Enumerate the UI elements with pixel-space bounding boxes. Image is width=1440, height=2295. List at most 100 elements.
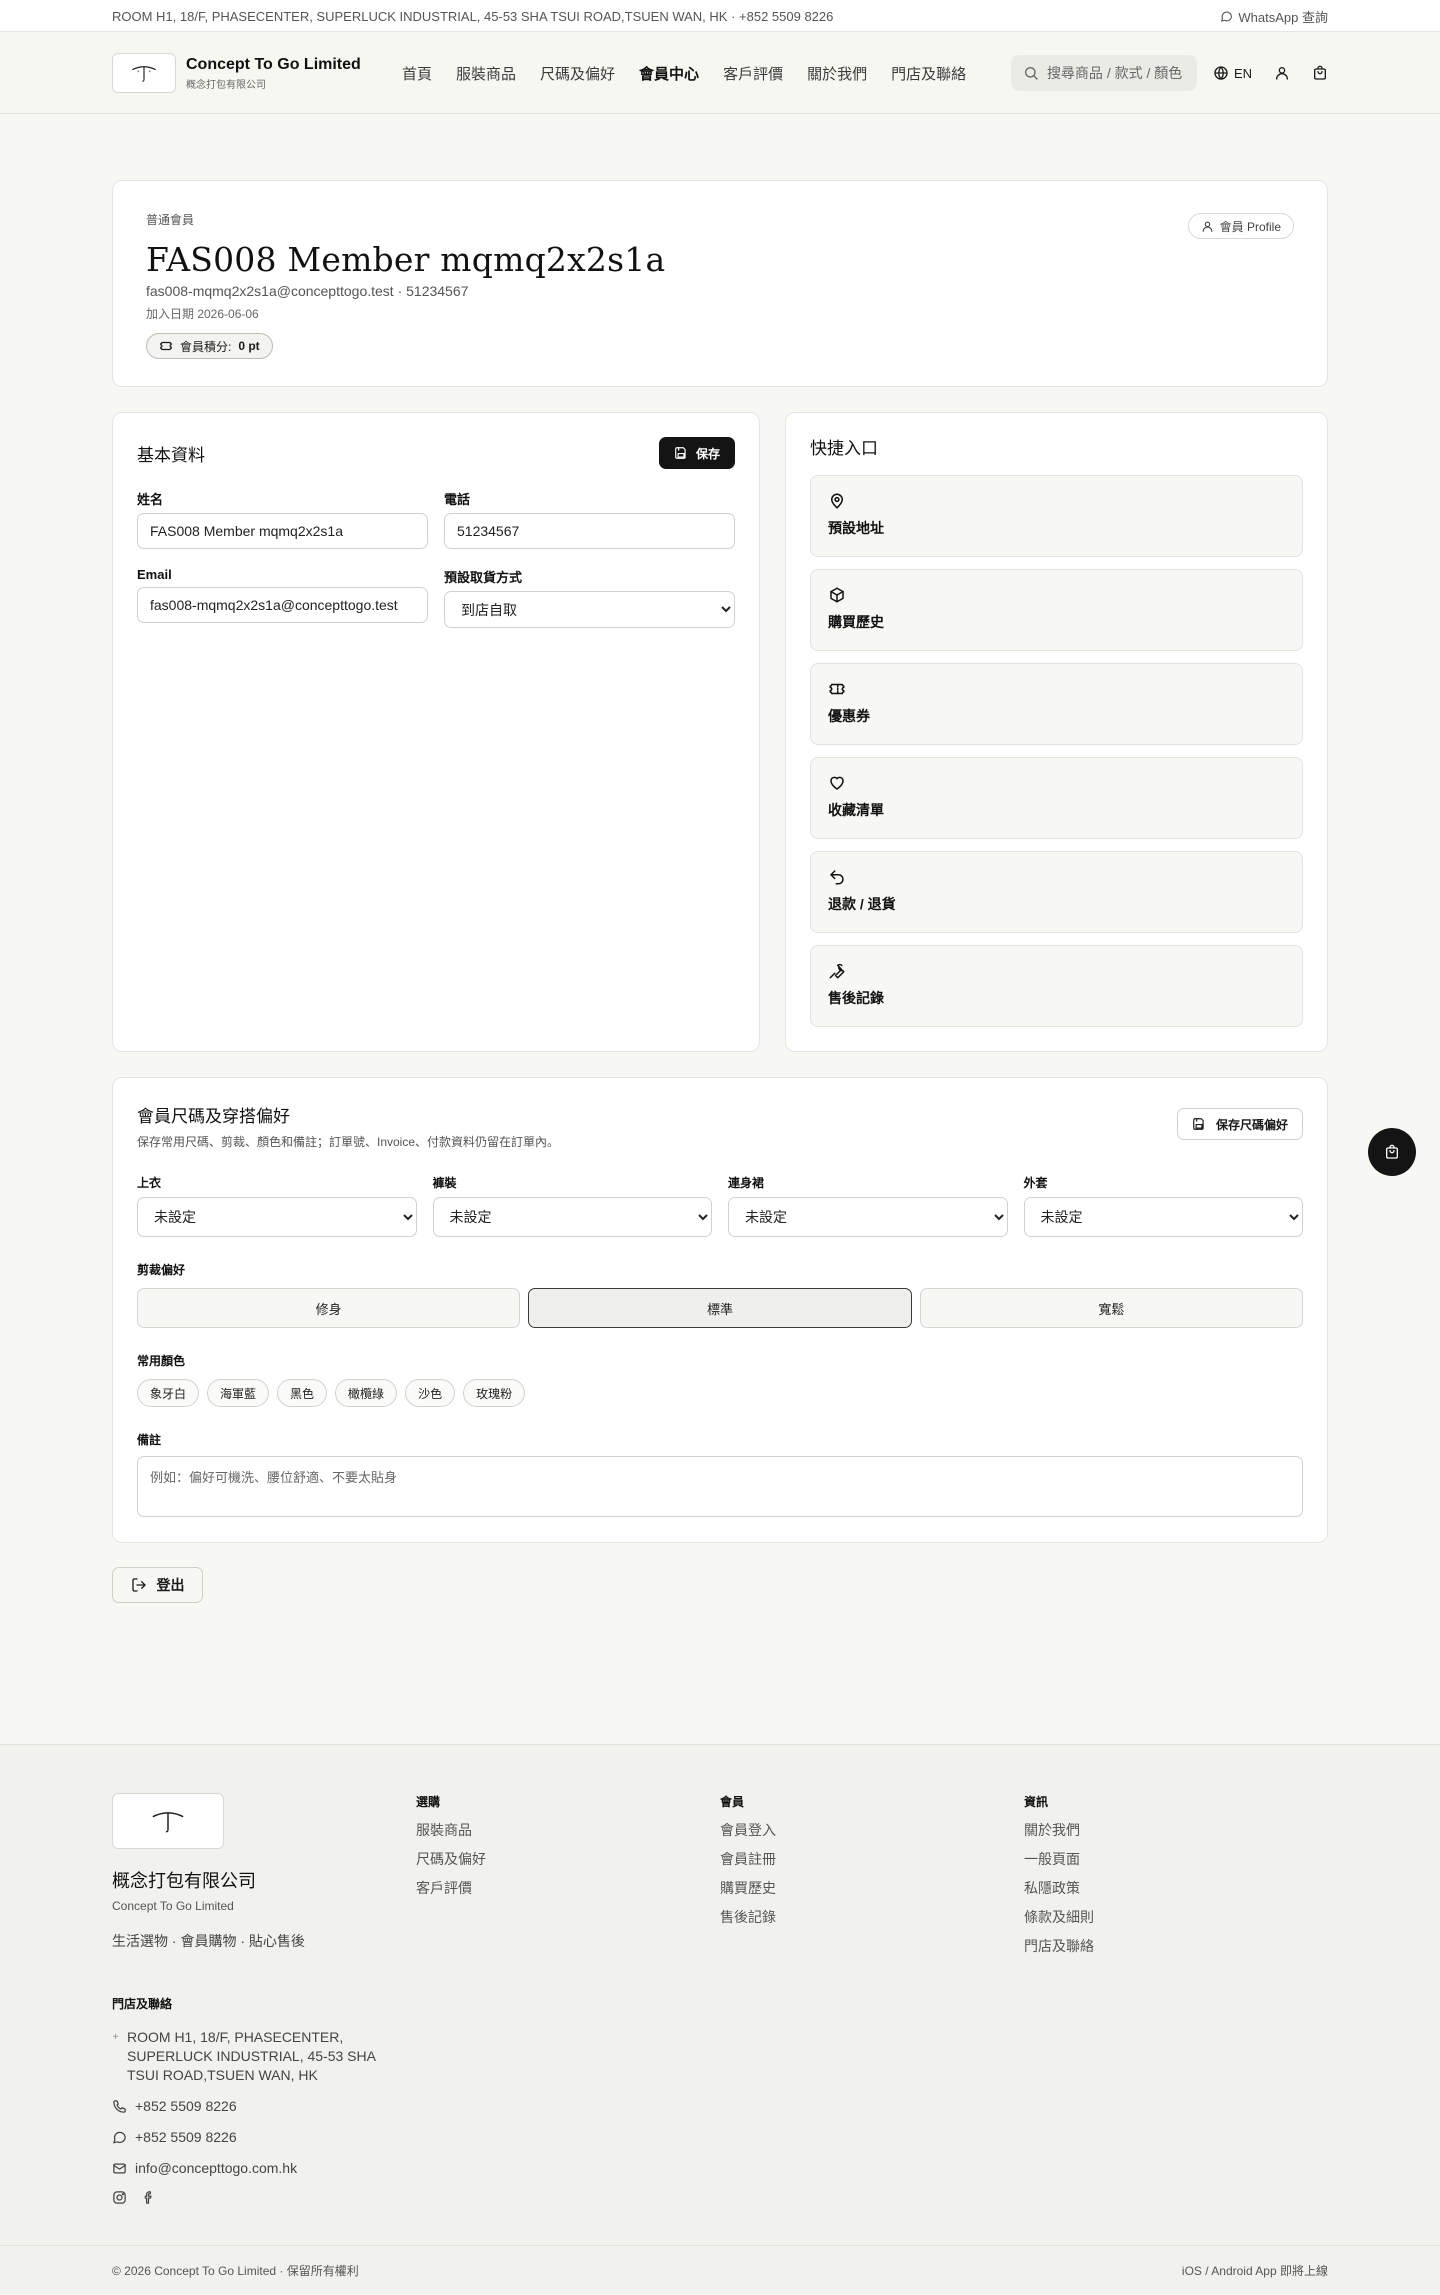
footer-email[interactable]: info@concepttogo.com.hk — [112, 2159, 412, 2178]
footer-col-title: 會員 — [720, 1795, 745, 1809]
phone-icon — [113, 2100, 126, 2113]
dress-size-select[interactable]: 未設定 — [728, 1197, 1008, 1237]
quick-link-refunds[interactable]: 退款 / 退貨 — [810, 851, 1303, 933]
search-placeholder: 搜尋商品 / 款式 / 顏色 — [1046, 65, 1183, 81]
chat-icon — [113, 2131, 126, 2144]
footer-logo — [112, 1793, 224, 1849]
footer-phone[interactable]: +852 5509 8226 — [112, 2097, 412, 2116]
quick-link-wishlist[interactable]: 收藏清單 — [810, 757, 1303, 839]
nav-sizes[interactable]: 尺碼及偏好 — [540, 63, 615, 84]
fit-preference-label: 剪裁偏好 — [137, 1263, 186, 1277]
footer-link[interactable]: 售後記錄 — [720, 1907, 1024, 1927]
footer-link[interactable]: 購買歷史 — [720, 1878, 1024, 1898]
brand-name: Concept To Go Limited — [186, 55, 361, 73]
footer-link[interactable]: 門店及聯絡 — [1024, 1936, 1328, 1956]
nav-reviews[interactable]: 客戶評價 — [723, 63, 783, 84]
top-size-select[interactable]: 未設定 — [137, 1197, 417, 1237]
undo-icon — [830, 870, 844, 885]
points-label: 會員積分: — [180, 339, 232, 354]
quick-links-card: 快捷入口 預設地址 購買歷史 優惠券 收藏清單 退款 / 退貨 售後記錄 — [785, 412, 1328, 1052]
points-value: 0 pt — [238, 339, 260, 353]
color-chip-navy[interactable]: 海軍藍 — [207, 1379, 270, 1407]
save-size-label: 保存尺碼偏好 — [1215, 1117, 1288, 1132]
shopping-bag-icon[interactable] — [1312, 65, 1328, 81]
footer-link[interactable]: 私隱政策 — [1024, 1878, 1328, 1898]
wrench-icon — [829, 963, 845, 979]
facebook-icon[interactable] — [141, 2190, 156, 2205]
save-size-preferences-button[interactable]: 保存尺碼偏好 — [1176, 1108, 1303, 1140]
logout-icon — [131, 1578, 146, 1592]
member-profile-pill: 會員 Profile — [1187, 213, 1294, 239]
quick-link-label: 收藏清單 — [828, 802, 884, 818]
app-note: iOS / Android App 即將上線 — [1181, 2263, 1328, 2278]
fit-loose-button[interactable]: 寬鬆 — [919, 1288, 1303, 1328]
logout-label: 登出 — [156, 1577, 185, 1593]
nav-home[interactable]: 首頁 — [402, 63, 432, 84]
quick-link-after-sales[interactable]: 售後記錄 — [810, 945, 1303, 1027]
footer-link[interactable]: 關於我們 — [1024, 1820, 1328, 1840]
phone-field[interactable] — [444, 513, 735, 549]
name-label: 姓名 — [137, 492, 164, 507]
quick-link-purchase-history[interactable]: 購買歷史 — [810, 569, 1303, 651]
pants-size-select[interactable]: 未設定 — [432, 1197, 712, 1237]
instagram-icon[interactable] — [112, 2190, 127, 2205]
site-header: Concept To Go Limited 概念打包有限公司 首頁 服裝商品 尺… — [0, 32, 1440, 114]
color-chip-rose[interactable]: 玫瑰粉 — [463, 1379, 526, 1407]
pickup-method-select[interactable]: 到店自取 — [444, 591, 735, 628]
footer-link[interactable]: 會員註冊 — [720, 1849, 1024, 1869]
search-icon — [1024, 67, 1038, 80]
brand-home-link[interactable]: Concept To Go Limited 概念打包有限公司 — [112, 53, 402, 93]
color-chip-sand[interactable]: 沙色 — [405, 1379, 456, 1407]
notes-textarea[interactable] — [137, 1456, 1303, 1517]
pants-size-label: 褲裝 — [432, 1176, 457, 1190]
notes-label: 備註 — [137, 1433, 162, 1447]
footer-col-title: 資訊 — [1024, 1795, 1049, 1809]
footer-address: + ROOM H1, 18/F, PHASECENTER, SUPERLUCK … — [112, 2028, 412, 2085]
nav-products[interactable]: 服裝商品 — [456, 63, 516, 84]
main-nav: 首頁 服裝商品 尺碼及偏好 會員中心 客戶評價 關於我們 門店及聯絡 — [402, 63, 1011, 84]
quick-link-label: 優惠券 — [828, 708, 870, 724]
quick-link-default-address[interactable]: 預設地址 — [810, 475, 1303, 557]
footer-link[interactable]: 客戶評價 — [416, 1878, 720, 1898]
save-button[interactable]: 保存 — [658, 437, 735, 469]
fit-slim-button[interactable]: 修身 — [137, 1288, 521, 1328]
footer-link[interactable]: 會員登入 — [720, 1820, 1024, 1840]
whatsapp-text: +852 5509 8226 — [135, 2129, 237, 2145]
footer-company-sub: Concept To Go Limited — [112, 1899, 234, 1913]
fit-regular-button[interactable]: 標準 — [528, 1288, 912, 1328]
top-size-label: 上衣 — [137, 1176, 162, 1190]
color-chip-ivory[interactable]: 象牙白 — [137, 1379, 200, 1407]
floating-cart-button[interactable] — [1368, 1128, 1416, 1176]
ticket-icon — [160, 341, 172, 351]
footer-col-info: 資訊 關於我們 一般頁面 私隱政策 條款及細則 門店及聯絡 — [1024, 1793, 1328, 1965]
whatsapp-link[interactable]: WhatsApp 查詢 — [1220, 7, 1328, 26]
globe-icon — [1214, 66, 1228, 80]
umbrella-logo-icon — [152, 1812, 184, 1833]
color-chip-olive[interactable]: 橄欖綠 — [335, 1379, 398, 1407]
color-chip-black[interactable]: 黑色 — [277, 1379, 328, 1407]
logout-button[interactable]: 登出 — [112, 1567, 203, 1603]
pickup-label: 預設取貨方式 — [444, 570, 523, 585]
phone-text: +852 5509 8226 — [135, 2098, 237, 2114]
footer-link[interactable]: 條款及細則 — [1024, 1907, 1328, 1927]
footer-whatsapp[interactable]: +852 5509 8226 — [112, 2128, 412, 2147]
nav-store-contact[interactable]: 門店及聯絡 — [891, 63, 966, 84]
footer-contact-title: 門店及聯絡 — [112, 1997, 173, 2011]
name-field[interactable] — [137, 513, 428, 549]
language-switch[interactable]: EN — [1213, 65, 1252, 81]
email-field[interactable] — [137, 587, 428, 623]
search-input[interactable]: 搜尋商品 / 款式 / 顏色 — [1010, 55, 1197, 91]
footer-tagline: 生活選物 · 會員購物 · 貼心售後 — [112, 1933, 305, 1949]
footer-link[interactable]: 尺碼及偏好 — [416, 1849, 720, 1869]
user-icon[interactable] — [1274, 65, 1290, 81]
nav-member-center[interactable]: 會員中心 — [639, 63, 699, 84]
jacket-size-select[interactable]: 未設定 — [1023, 1197, 1303, 1237]
save-icon — [1193, 1118, 1204, 1130]
quick-link-coupons[interactable]: 優惠券 — [810, 663, 1303, 745]
nav-about[interactable]: 關於我們 — [807, 63, 867, 84]
whatsapp-label: WhatsApp 查詢 — [1238, 9, 1328, 25]
footer-link[interactable]: 一般頁面 — [1024, 1849, 1328, 1869]
quick-links-title: 快捷入口 — [810, 439, 878, 459]
footer-link[interactable]: 服裝商品 — [416, 1820, 720, 1840]
save-icon — [675, 447, 686, 459]
